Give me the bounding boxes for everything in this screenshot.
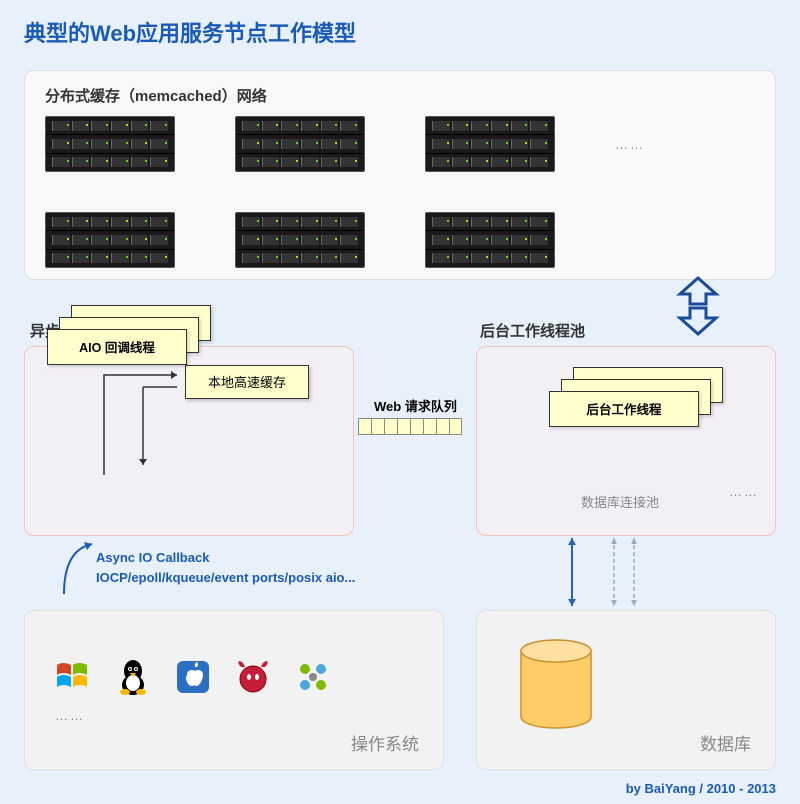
io-pool-panel: 本地高速缓存 …… AIO 回调线程 (24, 346, 354, 536)
worker-thread-stack: 后台工作线程 (549, 391, 699, 427)
page-title: 典型的Web应用服务节点工作模型 (0, 0, 800, 48)
server-icon (235, 116, 365, 172)
attribution: by BaiYang / 2010 - 2013 (626, 781, 776, 796)
callback-line1: Async IO Callback (96, 548, 355, 568)
database-cylinder-icon (519, 639, 593, 729)
server-grid: …… (45, 116, 755, 268)
server-icon (235, 212, 365, 268)
apple-icon (173, 657, 213, 697)
windows-icon (53, 657, 93, 697)
bidirectional-arrow-icon (668, 276, 728, 336)
backend-pool-panel: 后台工作线程 数据库连接池 …… (476, 346, 776, 536)
os-label: 操作系统 (351, 730, 419, 755)
backend-pool-label: 后台工作线程池 (480, 320, 585, 341)
local-cache-box: 本地高速缓存 (185, 365, 309, 399)
os-icons-row (53, 657, 427, 697)
aio-thread-card: AIO 回调线程 (47, 329, 187, 365)
server-icon (425, 212, 555, 268)
queue-label: Web 请求队列 (374, 396, 457, 415)
callback-text: Async IO Callback IOCP/epoll/kqueue/even… (96, 548, 355, 587)
callback-line2: IOCP/epoll/kqueue/event ports/posix aio.… (96, 568, 355, 588)
ellipsis: …… (55, 708, 85, 723)
cache-label: 分布式缓存（memcached）网络 (45, 85, 755, 106)
ellipsis: …… (615, 137, 645, 152)
server-icon (425, 116, 555, 172)
io-connector-arrow-icon (103, 365, 185, 485)
linux-tux-icon (113, 657, 153, 697)
server-icon (45, 212, 175, 268)
os-panel: …… 操作系统 (24, 610, 444, 770)
db-connection-arrows-icon (562, 536, 702, 612)
ellipsis: …… (729, 484, 759, 499)
request-queue (358, 418, 462, 435)
misc-os-icon (293, 657, 333, 697)
callback-arrow-icon (58, 530, 98, 600)
server-icon (45, 116, 175, 172)
database-panel: 数据库 (476, 610, 776, 770)
worker-thread-card: 后台工作线程 (549, 391, 699, 427)
db-pool-label: 数据库连接池 (581, 492, 659, 511)
aio-thread-stack: …… AIO 回调线程 (47, 329, 375, 365)
cache-network-panel: 分布式缓存（memcached）网络 …… (24, 70, 776, 280)
freebsd-icon (233, 657, 273, 697)
db-label: 数据库 (700, 730, 751, 755)
